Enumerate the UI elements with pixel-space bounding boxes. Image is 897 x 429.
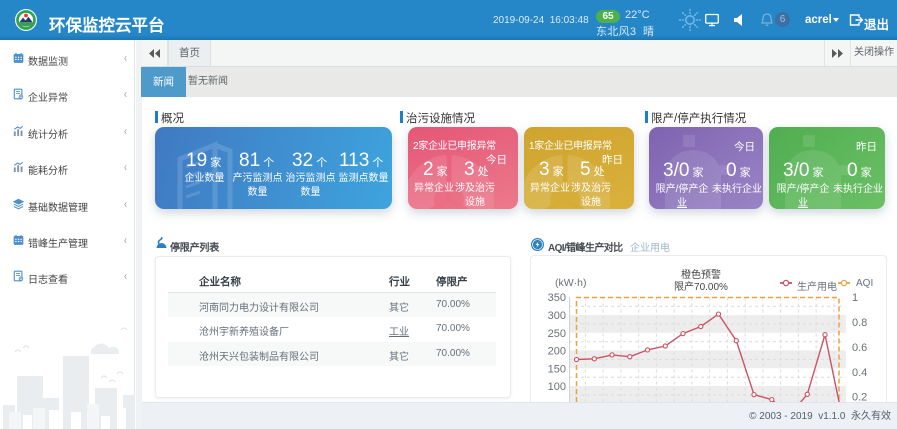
svg-text:200: 200	[548, 346, 566, 358]
svg-text:300: 300	[548, 310, 566, 322]
svg-text:0.8: 0.8	[852, 317, 867, 329]
svg-text:250: 250	[548, 328, 566, 340]
svg-text:1: 1	[852, 292, 858, 304]
svg-text:100: 100	[548, 381, 566, 393]
svg-text:0.4: 0.4	[852, 367, 867, 379]
svg-text:150: 150	[548, 364, 566, 376]
svg-text:0.2: 0.2	[852, 392, 867, 403]
svg-text:0.6: 0.6	[852, 342, 867, 354]
svg-text:350: 350	[548, 292, 566, 304]
